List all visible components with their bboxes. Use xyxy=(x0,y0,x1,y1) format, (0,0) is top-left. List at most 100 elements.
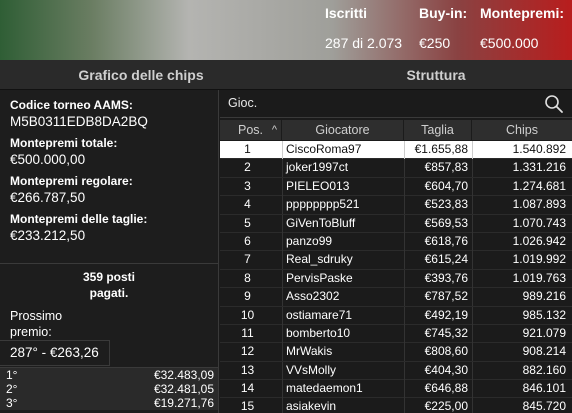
column-position[interactable]: Pos. ^ xyxy=(220,120,282,140)
player-search[interactable]: Gioc. xyxy=(220,90,572,118)
prizepool-value: €500.000 xyxy=(480,35,539,51)
tournament-info-panel: Codice torneo AAMS: M5B0311EDB8DA2BQ Mon… xyxy=(0,90,219,413)
player-bounty: €808,60 xyxy=(424,344,468,359)
next-prize-label: Prossimo premio: xyxy=(10,308,62,340)
column-divider xyxy=(404,288,405,307)
player-position: 7 xyxy=(244,252,251,267)
tab-chip-chart[interactable]: Grafico delle chips xyxy=(0,60,282,90)
player-name: ostiamare71 xyxy=(286,307,353,322)
player-name: MrWakis xyxy=(286,344,333,359)
prizepool-label: Montepremi: xyxy=(480,5,564,21)
table-row[interactable]: 5 GiVenToBluff €569,53 1.070.743 xyxy=(220,214,572,233)
player-name: Real_sdruky xyxy=(286,252,353,267)
player-chips: 989.216 xyxy=(522,289,566,304)
column-divider xyxy=(282,214,283,233)
column-divider xyxy=(404,251,405,270)
player-bounty: €787,52 xyxy=(424,289,468,304)
payout-place: 2° xyxy=(6,382,18,396)
column-stack[interactable]: Taglia xyxy=(404,120,472,140)
tournament-banner: Iscritti 287 di 2.073 Buy-in: €250 Monte… xyxy=(0,0,572,60)
player-name: CiscoRoma97 xyxy=(286,142,362,156)
payout-list[interactable]: 1° €32.483,09 2° €32.481,05 3° €19.271,7… xyxy=(0,367,218,410)
paid-places-count: 359 posti xyxy=(82,270,136,284)
section-tabs: Grafico delle chips Struttura xyxy=(0,60,572,90)
regular-prize-value: €266.787,50 xyxy=(10,190,86,205)
column-divider xyxy=(404,159,405,178)
table-row[interactable]: 11 bomberto10 €745,32 921.079 xyxy=(220,324,572,344)
table-row[interactable]: 12 MrWakis €808,60 908.214 xyxy=(220,343,572,362)
column-divider xyxy=(282,269,283,288)
regular-prize-label: Montepremi regolare: xyxy=(10,174,133,188)
players-table-body: 1 CiscoRoma97 €1.655,88 1.540.892 2 joker1997… xyxy=(220,141,572,413)
player-name: matedaemon1 xyxy=(286,381,363,396)
table-row[interactable]: 8 PervisPaske €393,76 1.019.763 xyxy=(220,269,572,289)
column-divider xyxy=(404,398,405,413)
column-divider xyxy=(472,398,473,413)
column-player[interactable]: Giocatore xyxy=(282,120,404,140)
table-row[interactable]: 13 VVsMolly €404,30 882.160 xyxy=(220,361,572,381)
search-input[interactable]: Gioc. xyxy=(228,90,257,116)
column-divider xyxy=(472,288,473,307)
table-row[interactable]: 10 ostiamare71 €492,19 985.132 xyxy=(220,306,572,325)
aams-code-label: Codice torneo AAMS: xyxy=(10,98,133,112)
column-divider xyxy=(472,269,473,288)
next-prize-label-line2: premio: xyxy=(10,325,52,339)
table-row[interactable]: 1 CiscoRoma97 €1.655,88 1.540.892 xyxy=(220,141,572,160)
player-bounty: €492,19 xyxy=(424,307,468,322)
player-bounty: €604,70 xyxy=(424,178,468,193)
player-position: 2 xyxy=(244,160,251,175)
payout-amount: €32.483,09 xyxy=(153,368,214,382)
table-row[interactable]: 9 Asso2302 €787,52 989.216 xyxy=(220,288,572,307)
sort-ascending-icon[interactable]: ^ xyxy=(272,120,277,140)
column-divider xyxy=(472,214,473,233)
column-divider xyxy=(282,398,283,413)
column-divider xyxy=(472,141,473,159)
player-name: PervisPaske xyxy=(286,270,353,285)
player-bounty: €615,24 xyxy=(424,252,468,267)
table-row[interactable]: 6 panzo99 €618,76 1.026.942 xyxy=(220,232,572,252)
player-position: 13 xyxy=(240,362,255,377)
column-divider xyxy=(404,177,405,196)
column-divider xyxy=(404,380,405,399)
total-prize-label: Montepremi totale: xyxy=(10,136,118,150)
player-position: 15 xyxy=(240,399,255,413)
player-position: 10 xyxy=(240,307,255,322)
player-chips: 1.019.992 xyxy=(512,252,566,267)
tab-structure[interactable]: Struttura xyxy=(300,60,572,90)
column-divider xyxy=(472,251,473,270)
player-name: pppppppp521 xyxy=(286,197,360,212)
player-chips: 882.160 xyxy=(522,362,566,377)
column-divider xyxy=(282,177,283,196)
table-row[interactable]: 4 pppppppp521 €523,83 1.087.893 xyxy=(220,196,572,215)
table-row[interactable]: 15 asiakevin €225,00 845.720 xyxy=(220,398,572,413)
column-divider xyxy=(404,361,405,380)
player-bounty: €225,00 xyxy=(424,399,468,413)
table-row[interactable]: 7 Real_sdruky €615,24 1.019.992 xyxy=(220,251,572,270)
players-panel: Gioc. Pos. ^ Giocatore Taglia Chips 1 Cis… xyxy=(220,90,572,413)
player-chips: 845.720 xyxy=(522,399,566,413)
column-divider xyxy=(404,232,405,251)
payout-place: 3° xyxy=(6,396,18,410)
paid-places: 359 posti pagati. xyxy=(0,265,218,301)
payout-place: 1° xyxy=(6,368,18,382)
player-bounty: €393,76 xyxy=(424,270,468,285)
column-divider xyxy=(282,361,283,380)
table-row[interactable]: 14 matedaemon1 €646,88 846.101 xyxy=(220,380,572,399)
table-row[interactable]: 3 PIELEO013 €604,70 1.274.681 xyxy=(220,177,572,197)
next-prize-label-line1: Prossimo xyxy=(10,309,63,323)
player-chips: 1.019.763 xyxy=(512,270,566,285)
bounty-prize-label: Montepremi delle taglie: xyxy=(10,212,148,226)
player-bounty: €404,30 xyxy=(424,362,468,377)
table-row[interactable]: 2 joker1997ct €857,83 1.331.216 xyxy=(220,159,572,178)
player-bounty: €745,32 xyxy=(424,325,468,340)
aams-code-value: M5B0311EDB8DA2BQ xyxy=(10,114,148,129)
column-chips[interactable]: Chips xyxy=(472,120,572,140)
search-icon[interactable] xyxy=(544,94,564,114)
player-bounty: €646,88 xyxy=(424,381,468,396)
player-position: 9 xyxy=(244,289,251,304)
player-name: Asso2302 xyxy=(286,289,340,304)
column-divider xyxy=(282,196,283,215)
buyin-value: €250 xyxy=(419,35,451,51)
player-position: 3 xyxy=(244,178,251,193)
player-chips: 1.070.743 xyxy=(512,215,566,230)
